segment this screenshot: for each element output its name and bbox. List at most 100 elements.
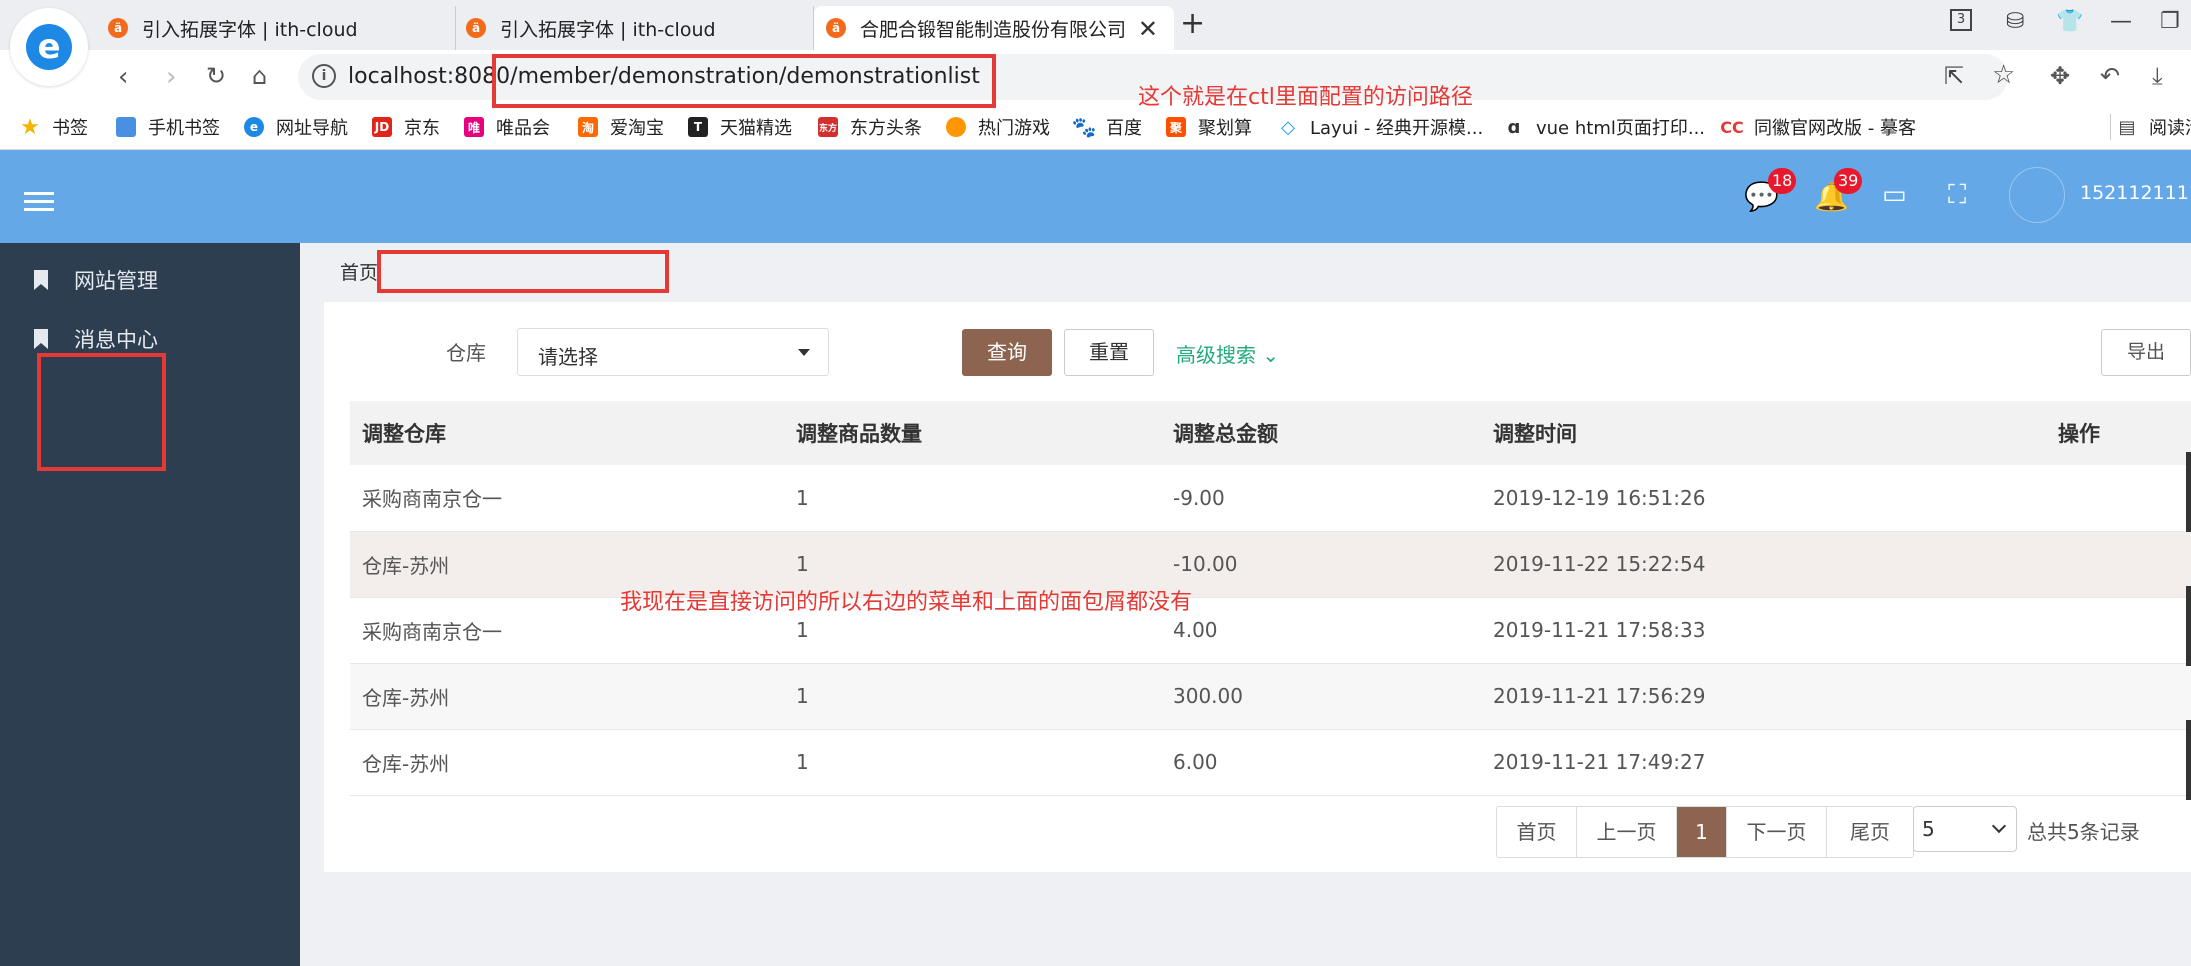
minimize-icon[interactable]: — [2110,9,2132,34]
fullscreen-icon[interactable]: ⛶ [1948,180,1966,211]
last-page-button[interactable]: 尾页 [1827,807,1913,857]
username[interactable]: 15211211111 [2080,182,2191,204]
bookmark-item[interactable]: ◇ Layui - 经典开源模... [1278,114,1483,140]
bookmark-item[interactable]: 聚聚划算 [1166,114,1252,140]
site-favicon-icon: ä [466,18,486,38]
cell-amount: -9.00 [1161,465,1481,532]
breadcrumb-home[interactable]: 首页 [340,262,378,284]
table-row[interactable]: 采购商南京仓一 1 -9.00 2019-12-19 16:51:26 [350,465,2191,532]
bookmark-item[interactable]: T 天猫精选 [688,114,792,140]
bookmark-item[interactable]: e 网址导航 [244,114,348,140]
browser-logo[interactable]: e [10,8,88,86]
site-info-icon[interactable]: i [312,64,336,88]
sidebar-item-message-center[interactable]: 消息中心 [34,324,158,354]
cell-warehouse: 采购商南京仓一 [350,465,784,532]
column-header-actions: 操作 [2046,401,2191,465]
bookmark-item[interactable]: JD 京东 [372,114,440,140]
menu-toggle-icon[interactable] [24,192,54,216]
reload-icon[interactable]: ↻ [206,62,226,90]
bookmark-item[interactable]: 东方 东方头条 [818,114,922,140]
browser-toolbar: ‹ › ↻ ⌂ i localhost:8080/member/demonstr… [0,50,2191,106]
bookmark-label: 手机书签 [148,118,220,139]
browser-tab[interactable]: ä 引入拓展字体 | ith-cloud [108,6,456,50]
bookmark-item[interactable]: 热门游戏 [946,114,1050,140]
prev-page-button[interactable]: 上一页 [1577,807,1677,857]
breadcrumb[interactable]: 首页 [340,258,378,285]
column-header-warehouse: 调整仓库 [350,401,784,465]
cell-actions [2046,465,2191,532]
avatar[interactable] [2009,167,2065,223]
browser-tab-strip: e ä 引入拓展字体 | ith-cloud ä 引入拓展字体 | ith-cl… [0,0,2191,86]
reset-button[interactable]: 重置 [1064,329,1154,376]
tab-title: 合肥合锻智能制造股份有限公司 [860,18,1127,41]
app-header: 💬 18 🔔 39 ▭ ⛶ 15211211111 [0,150,2191,243]
restore-icon[interactable]: ❐ [2160,9,2180,34]
extensions-icon[interactable]: ✥ [2050,62,2070,90]
cell-actions [2046,597,2191,664]
bookmark-item[interactable]: 淘爱淘宝 [578,114,664,140]
shirt-icon[interactable]: 👕 [2056,9,2083,34]
reading-list-icon: ▤ [2118,116,2136,138]
vip-icon: 唯 [464,117,484,137]
column-header-quantity: 调整商品数量 [784,401,1161,465]
undo-icon[interactable]: ↶ [2100,62,2120,90]
sidebar: 网站管理 消息中心 [0,243,300,966]
share-icon[interactable]: ⇱ [1944,62,1964,90]
advanced-search-label: 高级搜索 [1176,343,1256,367]
new-tab-icon[interactable]: + [1180,6,1205,41]
bookmark-label: vue html页面打印... [1536,118,1706,139]
cell-actions [2046,663,2191,730]
download-icon[interactable]: ⤓ [2152,62,2163,90]
bookmark-item[interactable]: 唯唯品会 [464,114,550,140]
bookmark-item[interactable]: 手机书签 [116,114,220,140]
forward-icon[interactable]: › [166,62,176,92]
bookmark-label: 京东 [404,118,440,139]
bookmark-item[interactable]: CC 同徽官网改版 - 摹客 [1720,114,1916,140]
browser-tab[interactable]: ä 引入拓展字体 | ith-cloud [466,6,814,50]
sidebar-item-website-management[interactable]: 网站管理 [34,265,158,295]
star-icon: ★ [20,114,40,140]
tab-count-icon[interactable]: 3 [1950,9,1972,31]
close-tab-icon[interactable]: ✕ [1138,15,1158,43]
vue-icon: ɑ [1507,116,1521,138]
bookmark-item[interactable]: ▤ 阅读清 [2110,114,2191,140]
cell-quantity: 1 [784,465,1161,532]
bookmark-icon [34,270,48,290]
caret-down-icon [798,349,810,356]
back-icon[interactable]: ‹ [118,62,128,92]
cell-warehouse: 仓库-苏州 [350,663,784,730]
bookmark-item[interactable]: 🐾 百度 [1072,114,1142,140]
bookmark-icon [34,329,48,349]
monitor-icon[interactable]: ▭ [1882,180,1907,210]
cell-time: 2019-11-21 17:49:27 [1481,729,2046,796]
site-favicon-icon: ä [108,18,128,38]
favorite-star-icon[interactable]: ☆ [1992,60,2015,90]
export-button[interactable]: 导出 [2101,329,2191,376]
next-page-button[interactable]: 下一页 [1727,807,1827,857]
warehouse-select[interactable]: 请选择 [517,328,829,376]
bookmark-label: 阅读清 [2149,118,2191,139]
sidebar-item-label: 消息中心 [74,328,158,352]
home-icon[interactable]: ⌂ [252,62,267,90]
browser-tab-active[interactable]: ä 合肥合锻智能制造股份有限公司 ✕ [814,6,1174,50]
chevron-down-icon [1991,818,2007,834]
search-button[interactable]: 查询 [962,329,1052,376]
table-row[interactable]: 仓库-苏州 1 6.00 2019-11-21 17:49:27 [350,729,2191,796]
bookmark-item[interactable]: ★ 书签 [20,114,88,140]
cell-warehouse: 仓库-苏州 [350,729,784,796]
first-page-button[interactable]: 首页 [1497,807,1577,857]
page-size-select[interactable]: 5 [1913,806,2017,852]
bookmark-label: 爱淘宝 [610,118,664,139]
collections-icon[interactable]: ⛁ [2006,9,2024,34]
column-header-amount: 调整总金额 [1161,401,1481,465]
bookmark-label: 百度 [1106,118,1142,139]
table-row[interactable]: 仓库-苏州 1 300.00 2019-11-21 17:56:29 [350,663,2191,730]
advanced-search-link[interactable]: 高级搜索 ⌄ [1176,339,1279,368]
cell-amount: 6.00 [1161,729,1481,796]
juhuasuan-icon: 聚 [1166,117,1186,137]
bookmark-label: 东方头条 [850,118,922,139]
tmall-icon: T [688,117,708,137]
jd-icon: JD [372,117,392,137]
page-number-current[interactable]: 1 [1677,807,1727,857]
bookmark-item[interactable]: ɑ vue html页面打印... [1504,114,1705,140]
